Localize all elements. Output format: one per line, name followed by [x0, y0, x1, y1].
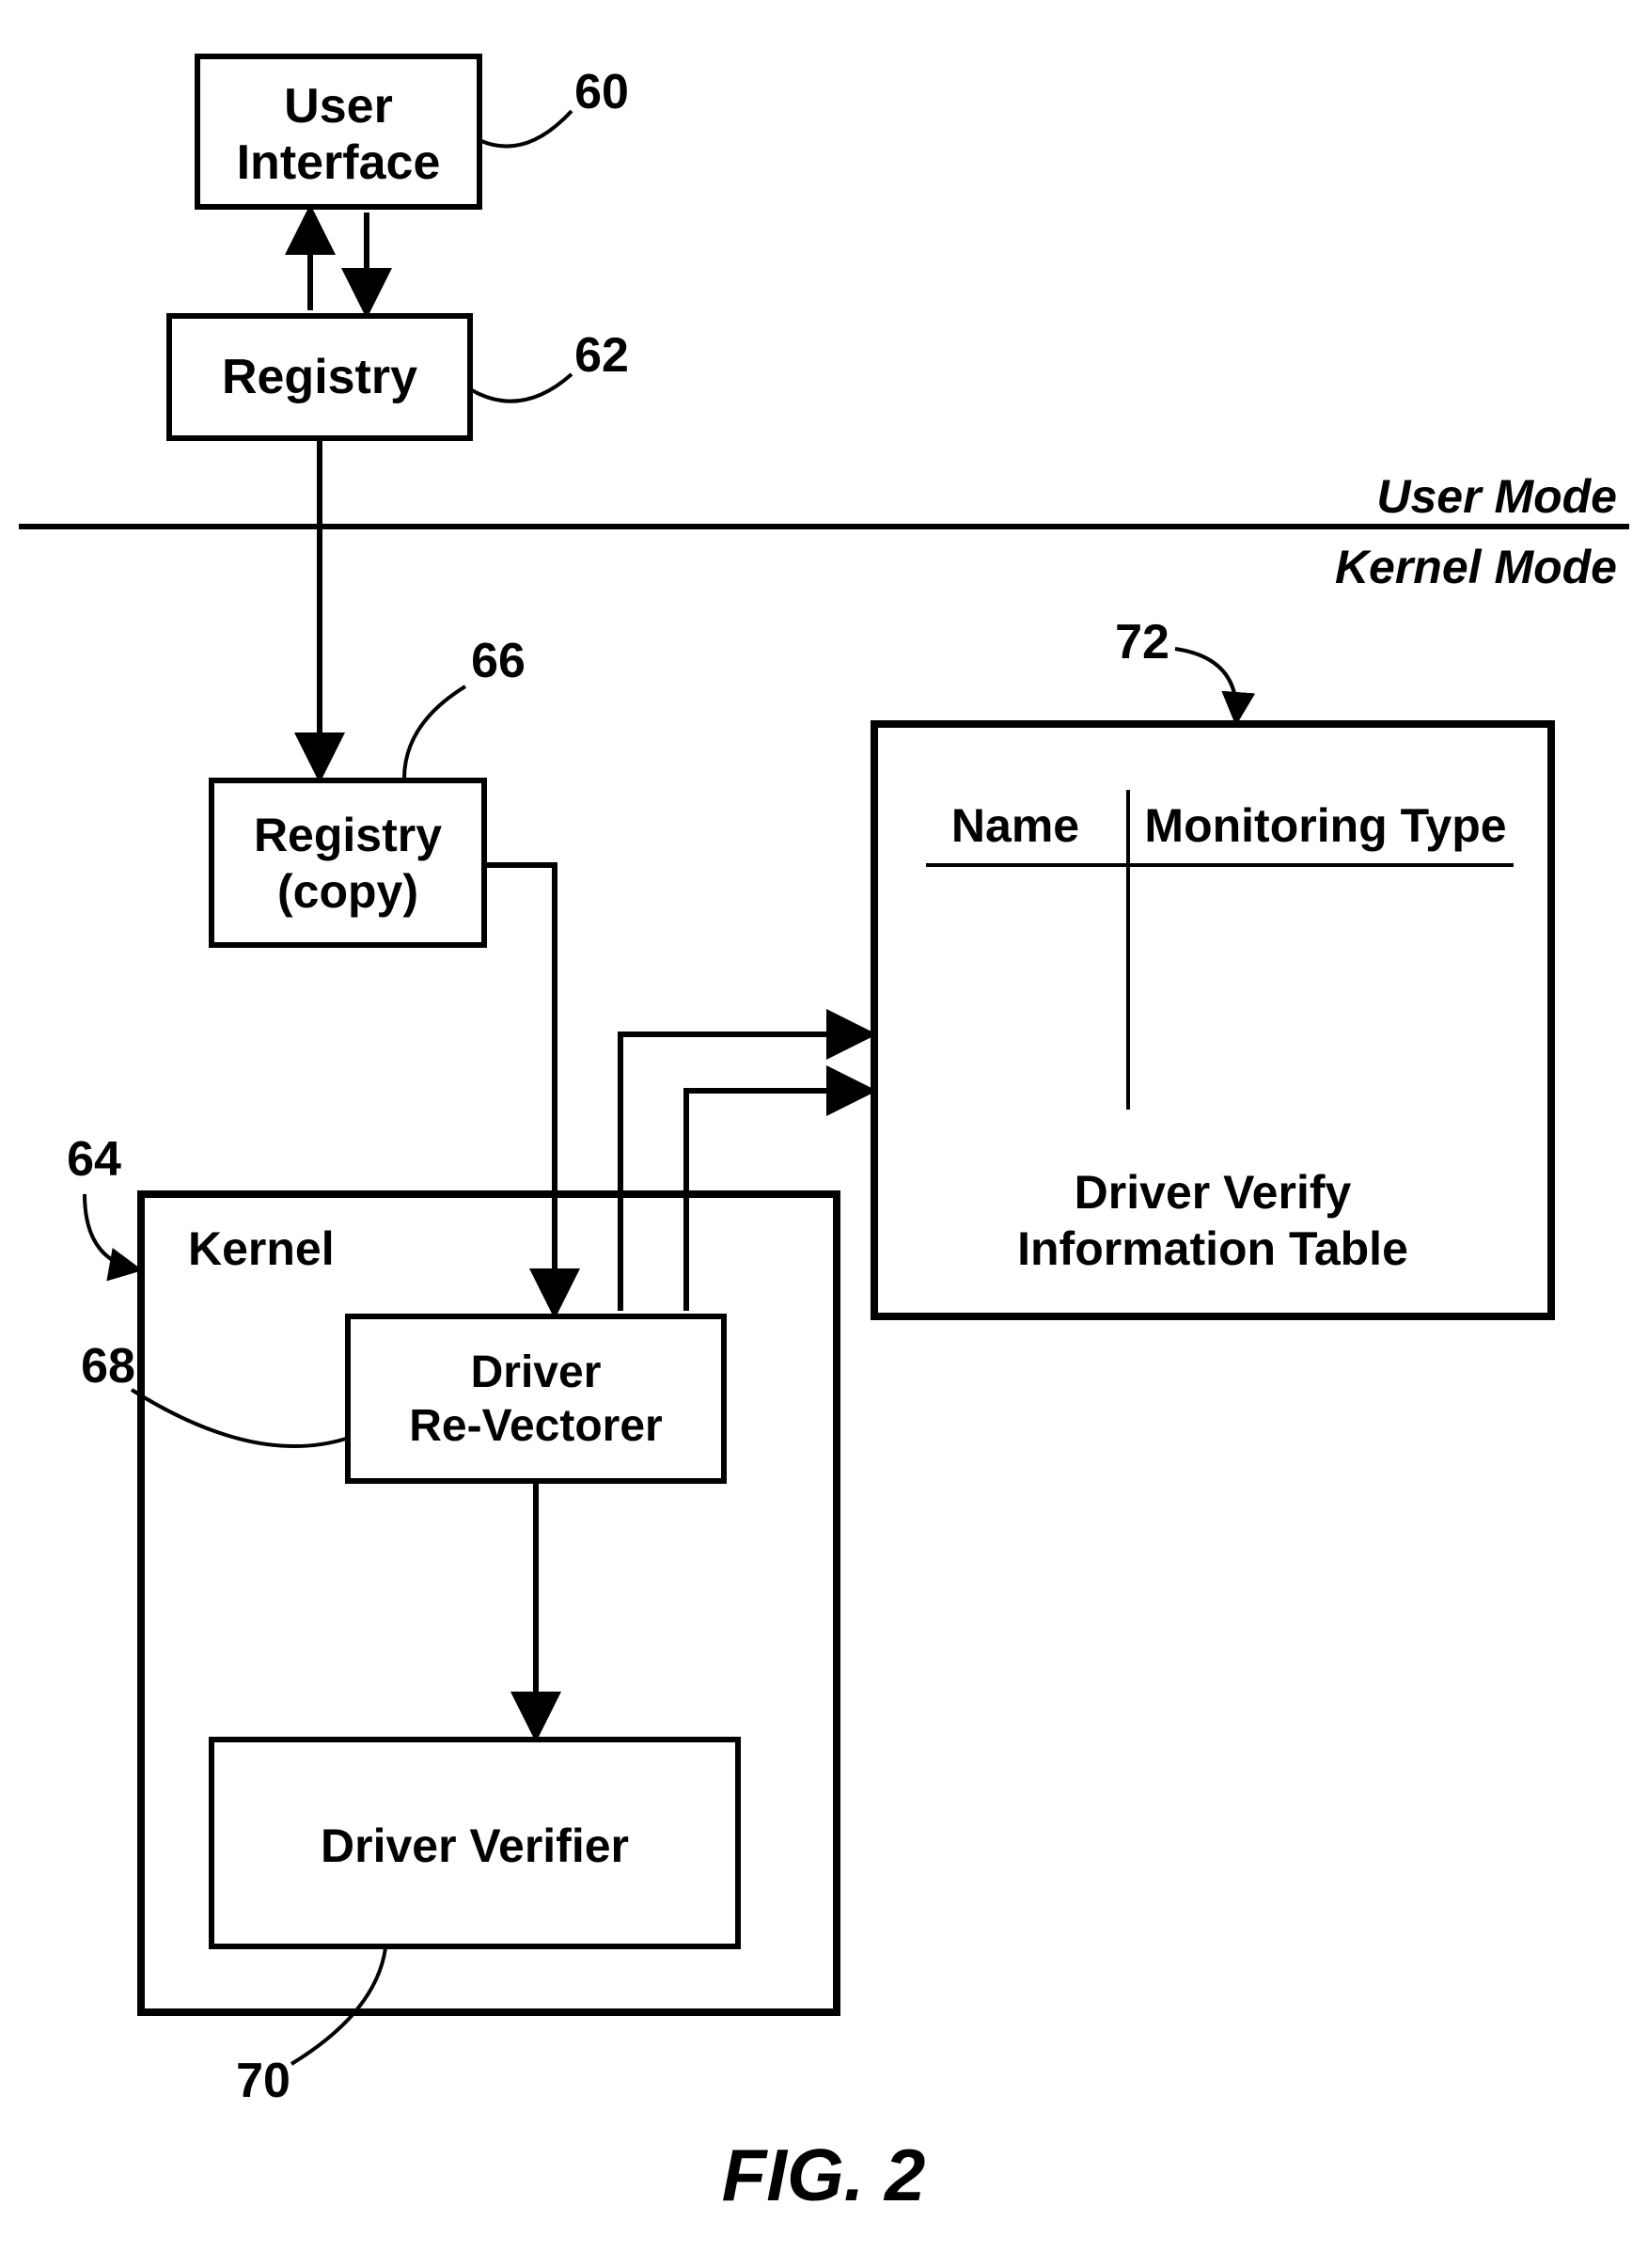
driver-verifier-label: Driver Verifier — [321, 1819, 629, 1872]
ref-60: 60 — [574, 65, 629, 119]
ref-70: 70 — [236, 2054, 290, 2108]
user-interface-label-1: User — [284, 79, 393, 134]
diagram: User Interface 60 Registry 62 User Mode … — [0, 0, 1648, 2268]
leader-64 — [85, 1194, 137, 1269]
registry-copy-label-2: (copy) — [277, 865, 418, 918]
registry-copy-box — [212, 780, 484, 945]
figure-caption: FIG. 2 — [722, 2134, 926, 2216]
leader-60 — [481, 111, 572, 147]
table-caption-1: Driver Verify — [1075, 1166, 1352, 1219]
ref-66: 66 — [471, 634, 526, 688]
driver-revectorer-box — [348, 1316, 724, 1481]
driver-revectorer-label-2: Re-Vectorer — [409, 1401, 662, 1451]
kernel-mode-label: Kernel Mode — [1335, 541, 1617, 593]
ref-64: 64 — [67, 1132, 121, 1187]
ref-72: 72 — [1115, 615, 1169, 669]
table-col-name: Name — [951, 799, 1079, 852]
ref-68: 68 — [81, 1339, 135, 1394]
user-interface-label-2: Interface — [237, 135, 441, 190]
driver-revectorer-label-1: Driver — [471, 1347, 602, 1397]
ref-62: 62 — [574, 328, 629, 383]
leader-72 — [1175, 649, 1236, 720]
leader-66 — [404, 686, 465, 779]
kernel-label: Kernel — [188, 1222, 335, 1275]
registry-copy-label-1: Registry — [254, 809, 442, 861]
leader-62 — [472, 374, 572, 402]
registry-label: Registry — [222, 350, 417, 404]
table-caption-2: Information Table — [1017, 1222, 1408, 1275]
user-mode-label: User Mode — [1376, 470, 1617, 523]
table-col-monitoring: Monitoring Type — [1144, 799, 1506, 852]
